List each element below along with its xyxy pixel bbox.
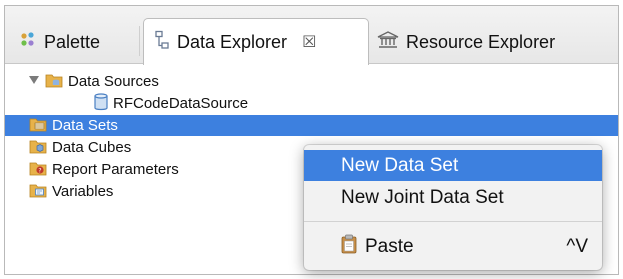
data-explorer-view: Palette Data Explorer ☒ Resource Explore… [4,5,619,275]
paste-shortcut: ^V [566,235,588,257]
tree-item-data-sets[interactable]: Data Sets [5,115,618,136]
expanded-triangle-icon[interactable] [29,76,39,84]
palette-icon [19,31,37,54]
data-sources-folder-icon [45,72,63,92]
variables-folder-icon [29,182,47,202]
svg-text:?: ? [38,167,41,174]
tree-item-label: Data Sources [68,73,159,90]
tree-item-label: Report Parameters [52,161,179,178]
view-tab-bar: Palette Data Explorer ☒ Resource Explore… [5,6,618,65]
menu-item-new-data-set[interactable]: New Data Set [304,150,602,181]
menu-item-label: Paste [365,235,414,257]
resource-explorer-icon [377,30,399,54]
tree-item-label: RFCodeDataSource [113,95,249,112]
tree-item-label: Variables [52,183,114,200]
tab-resource-explorer-label: Resource Explorer [406,31,556,52]
tab-resource-explorer[interactable]: Resource Explorer [377,20,555,64]
tab-palette[interactable]: Palette [19,20,100,64]
tree-item-label: Data Sets [52,117,118,134]
menu-item-paste[interactable]: Paste ^V [304,231,602,262]
menu-item-label: New Data Set [341,154,459,176]
tab-data-explorer[interactable]: Data Explorer ☒ [143,18,369,65]
data-sets-folder-icon [29,116,47,136]
menu-item-label: New Joint Data Set [341,186,504,208]
tab-divider [139,26,140,56]
database-cylinder-icon [94,92,108,115]
tree-item-label: Data Cubes [52,139,132,156]
data-explorer-icon [154,30,170,55]
context-menu: New Data Set New Joint Data Set Paste ^V [304,145,602,270]
tab-data-explorer-label: Data Explorer [177,31,288,52]
tree-item-rfcodedatasource[interactable]: RFCodeDataSource [5,92,618,115]
report-parameters-folder-icon: ? [29,160,47,180]
menu-item-new-joint-data-set[interactable]: New Joint Data Set [304,182,602,213]
paste-clipboard-icon [341,234,357,260]
tree-item-data-sources[interactable]: Data Sources [5,71,618,92]
tab-palette-label: Palette [44,31,101,52]
menu-separator [304,221,602,222]
data-cubes-folder-icon [29,138,47,158]
close-tab-icon[interactable]: ☒ [302,32,316,52]
